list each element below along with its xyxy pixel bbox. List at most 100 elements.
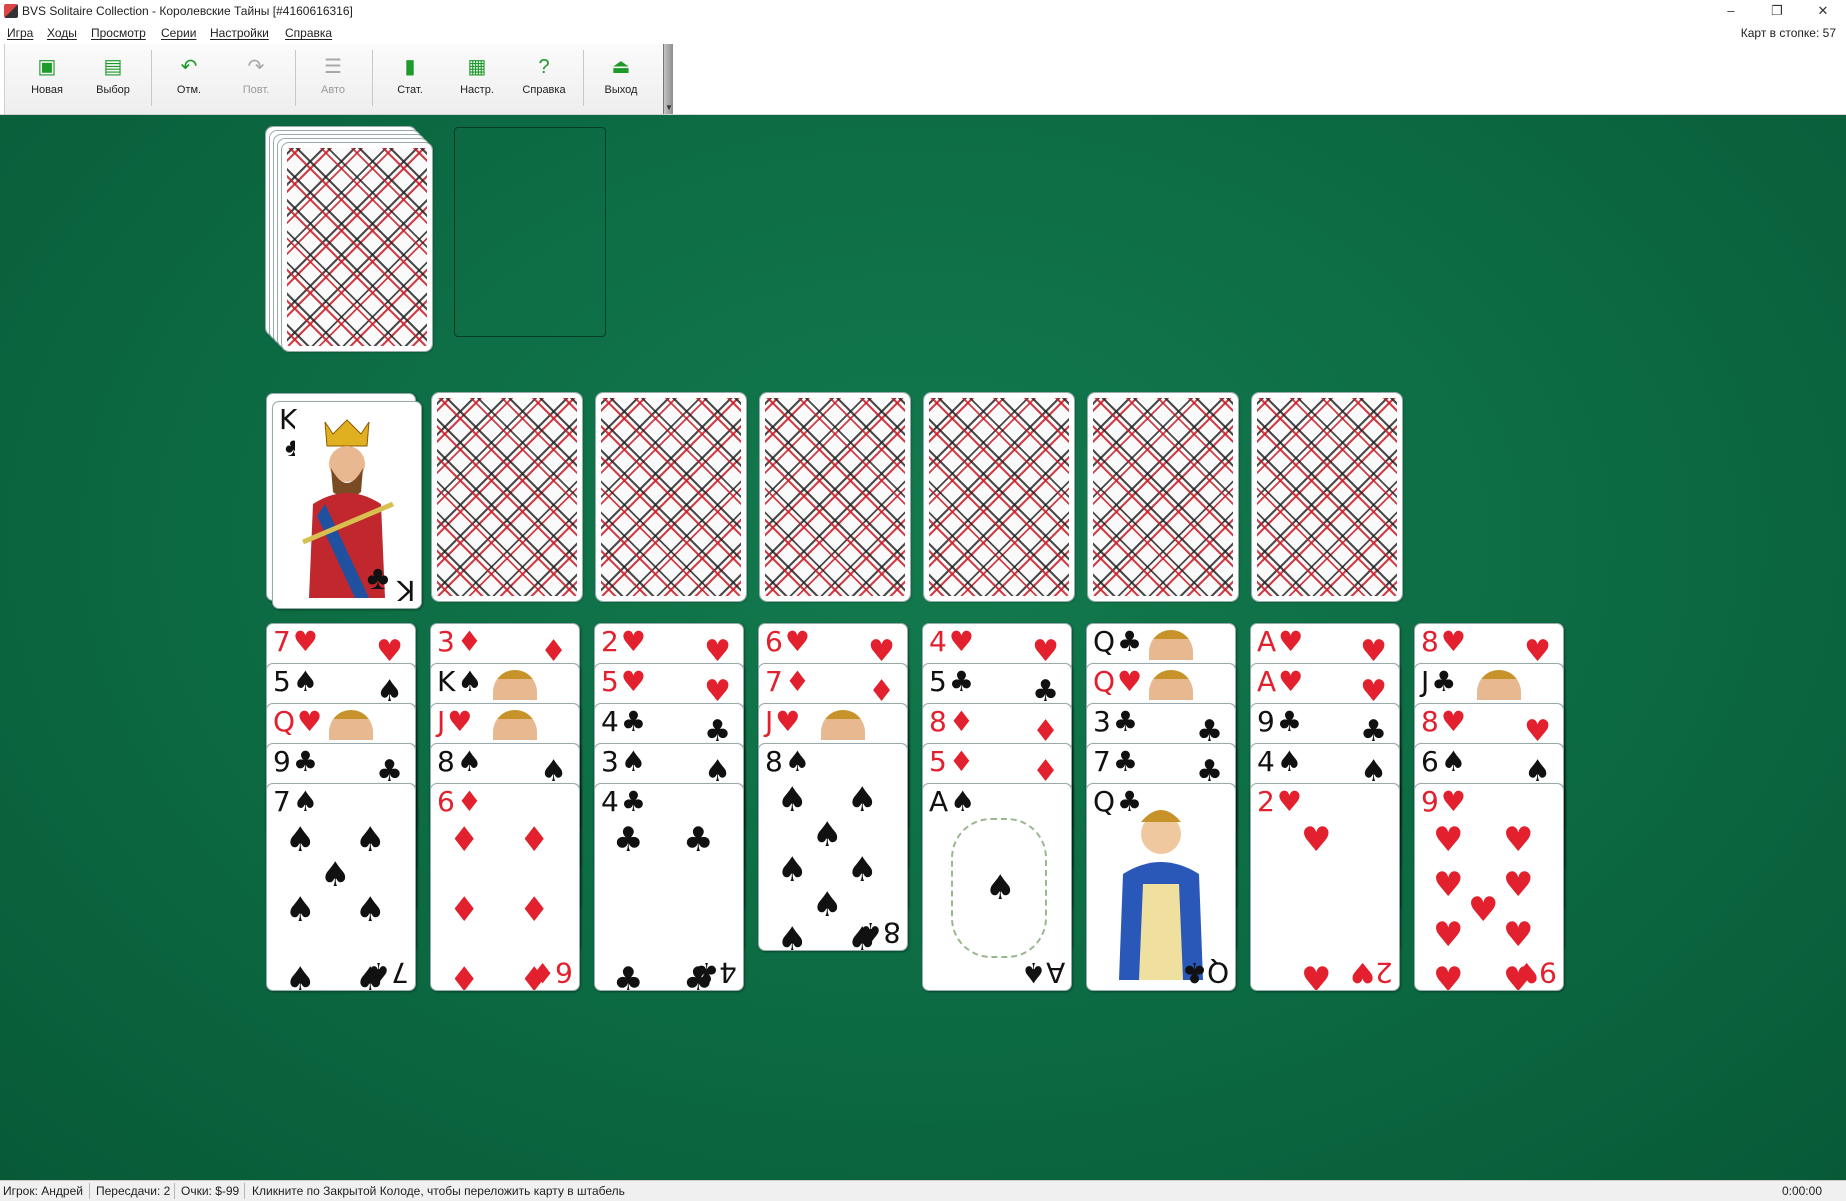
tableau-card[interactable]: A♠ ♠ A♠ <box>922 783 1072 991</box>
card-rank-reversed: 7♠ <box>366 956 409 989</box>
toolbar: ▣ Новая ▤ Выбор ↶ Отм. ↷ Повт. ☰ Авто ▮ … <box>0 44 1846 115</box>
heart-icon: ♥ <box>1276 785 1302 818</box>
stats-icon: ▮ <box>404 56 416 78</box>
tableau-card[interactable]: 2♥ ♥ ♥ 2♥ <box>1250 783 1400 991</box>
spade-icon: ♠ <box>285 820 316 860</box>
stats-label: Стат. <box>397 84 423 96</box>
title-bar: BVS Solitaire Collection - Королевские Т… <box>0 0 1846 22</box>
menu-settings[interactable]: Настройки <box>210 26 269 40</box>
card-rank: 8♠ <box>437 745 482 778</box>
spade-icon: ♠ <box>1276 745 1302 778</box>
undo-button[interactable]: ↶ Отм. <box>159 44 219 110</box>
tableau-card[interactable]: 6♦ ♦ ♦ ♦ ♦ ♦ ♦ 6♦ <box>430 783 580 991</box>
heart-icon: ♥ <box>1433 820 1464 860</box>
menu-moves[interactable]: Ходы <box>47 26 77 40</box>
restore-button[interactable]: ❐ <box>1754 0 1800 22</box>
choose-game-label: Выбор <box>96 84 130 96</box>
card-rank: 5♥ <box>601 665 646 698</box>
redo-icon: ↷ <box>247 56 265 78</box>
exit-label: Выход <box>604 84 638 96</box>
diamond-icon: ♦ <box>519 890 550 930</box>
stock-pile[interactable] <box>281 142 433 352</box>
tableau-card[interactable]: 8♠ ♠ ♠ ♠ ♠ ♠ ♠ ♠ ♠ 8♠ <box>758 743 908 951</box>
menu-help[interactable]: Справка <box>285 26 332 40</box>
menu-bar: Игра Ходы Просмотр Серии Настройки Справ… <box>0 22 1846 44</box>
card-rank: 9♣ <box>1257 705 1302 738</box>
tableau-card[interactable]: Q♣ Q♣ <box>1086 783 1236 991</box>
card-rank: 7♥ <box>273 625 318 658</box>
toolbar-panel: ▣ Новая ▤ Выбор ↶ Отм. ↷ Повт. ☰ Авто ▮ … <box>4 44 673 115</box>
heart-icon: ♥ <box>297 705 323 738</box>
club-icon: ♣ <box>1431 665 1457 698</box>
club-icon: ♣ <box>948 665 974 698</box>
reserve-facedown-card[interactable] <box>1087 392 1239 602</box>
card-rank: J♥ <box>437 705 473 738</box>
settings-icon: ▦ <box>467 56 487 78</box>
diamond-icon: ♦ <box>519 820 550 860</box>
card-rank: 7♦ <box>765 665 810 698</box>
spade-icon: ♠ <box>320 855 351 895</box>
exit-button[interactable]: ⏏ Выход <box>591 44 651 110</box>
club-icon: ♣ <box>366 559 389 597</box>
spade-icon: ♠ <box>777 920 808 951</box>
menu-series[interactable]: Серии <box>161 26 196 40</box>
toolbar-separator <box>295 50 296 106</box>
reserve-facedown-card[interactable] <box>595 392 747 602</box>
new-game-icon: ▣ <box>37 56 57 78</box>
card-rank: 3♣ <box>1093 705 1138 738</box>
spade-icon: ♠ <box>292 665 318 698</box>
reserve-facedown-card[interactable] <box>431 392 583 602</box>
menu-view[interactable]: Просмотр <box>91 26 146 40</box>
card-rank: Q♣ <box>1093 625 1143 658</box>
redo-button[interactable]: ↷ Повт. <box>226 44 286 110</box>
card-rank-reversed: A♠ <box>1020 956 1065 989</box>
auto-button[interactable]: ☰ Авто <box>303 44 363 110</box>
face-portrait-icon <box>1149 630 1193 660</box>
spade-icon: ♠ <box>285 890 316 930</box>
card-rank: J♥ <box>765 705 801 738</box>
spade-icon: ♠ <box>355 890 386 930</box>
close-button[interactable]: ✕ <box>1800 0 1846 22</box>
minimize-button[interactable]: – <box>1708 0 1754 22</box>
tableau-card[interactable]: 4♣ ♣ ♣ ♣ ♣ 4♣ <box>594 783 744 991</box>
card-rank: A♥ <box>1257 625 1304 658</box>
toolbar-handle[interactable]: ▼ <box>663 44 673 114</box>
auto-icon: ☰ <box>324 56 342 78</box>
status-separator <box>244 1183 245 1199</box>
heart-icon: ♥ <box>1301 960 1332 991</box>
reserve-facedown-card[interactable] <box>923 392 1075 602</box>
status-bar: Игрок: Андрей Пересдачи: 2 Очки: $-99 Кл… <box>0 1180 1846 1201</box>
waste-pile-slot[interactable] <box>454 127 606 337</box>
menu-game[interactable]: Игра <box>7 26 33 40</box>
club-icon: ♣ <box>1112 705 1138 738</box>
reserve-card[interactable]: K ♣ K ♣ <box>272 401 422 609</box>
heart-icon: ♥ <box>1503 865 1534 905</box>
reserve-facedown-card[interactable] <box>759 392 911 602</box>
new-game-button[interactable]: ▣ Новая <box>17 44 77 110</box>
heart-icon: ♥ <box>1503 820 1534 860</box>
queen-portrait-icon <box>1119 810 1203 980</box>
face-portrait-icon <box>493 710 537 740</box>
card-rank-reversed: K <box>396 574 415 607</box>
heart-icon: ♥ <box>1301 820 1332 860</box>
status-separator <box>89 1183 90 1199</box>
diamond-icon: ♦ <box>784 665 810 698</box>
diamond-icon: ♦ <box>948 745 974 778</box>
face-portrait-icon <box>1477 670 1521 700</box>
help-button[interactable]: ? Справка <box>514 44 574 110</box>
stats-button[interactable]: ▮ Стат. <box>380 44 440 110</box>
tableau-card[interactable]: 7♠ ♠ ♠ ♠ ♠ ♠ ♠ ♠ 7♠ <box>266 783 416 991</box>
choose-game-button[interactable]: ▤ Выбор <box>83 44 143 110</box>
spade-icon: ♠ <box>777 780 808 820</box>
app-icon <box>4 4 18 18</box>
card-rank: 9♣ <box>273 745 318 778</box>
reserve-facedown-card[interactable] <box>1251 392 1403 602</box>
card-rank: 8♥ <box>1421 625 1466 658</box>
spade-icon: ♠ <box>777 850 808 890</box>
card-rank-reversed: 2♥ <box>1350 956 1393 989</box>
settings-button[interactable]: ▦ Настр. <box>447 44 507 110</box>
heart-icon: ♥ <box>1440 625 1466 658</box>
toolbar-separator <box>583 50 584 106</box>
tableau-card[interactable]: 9♥ ♥ ♥ ♥ ♥ ♥ ♥ ♥ ♥ ♥ 9♥ <box>1414 783 1564 991</box>
heart-icon: ♥ <box>1278 625 1304 658</box>
